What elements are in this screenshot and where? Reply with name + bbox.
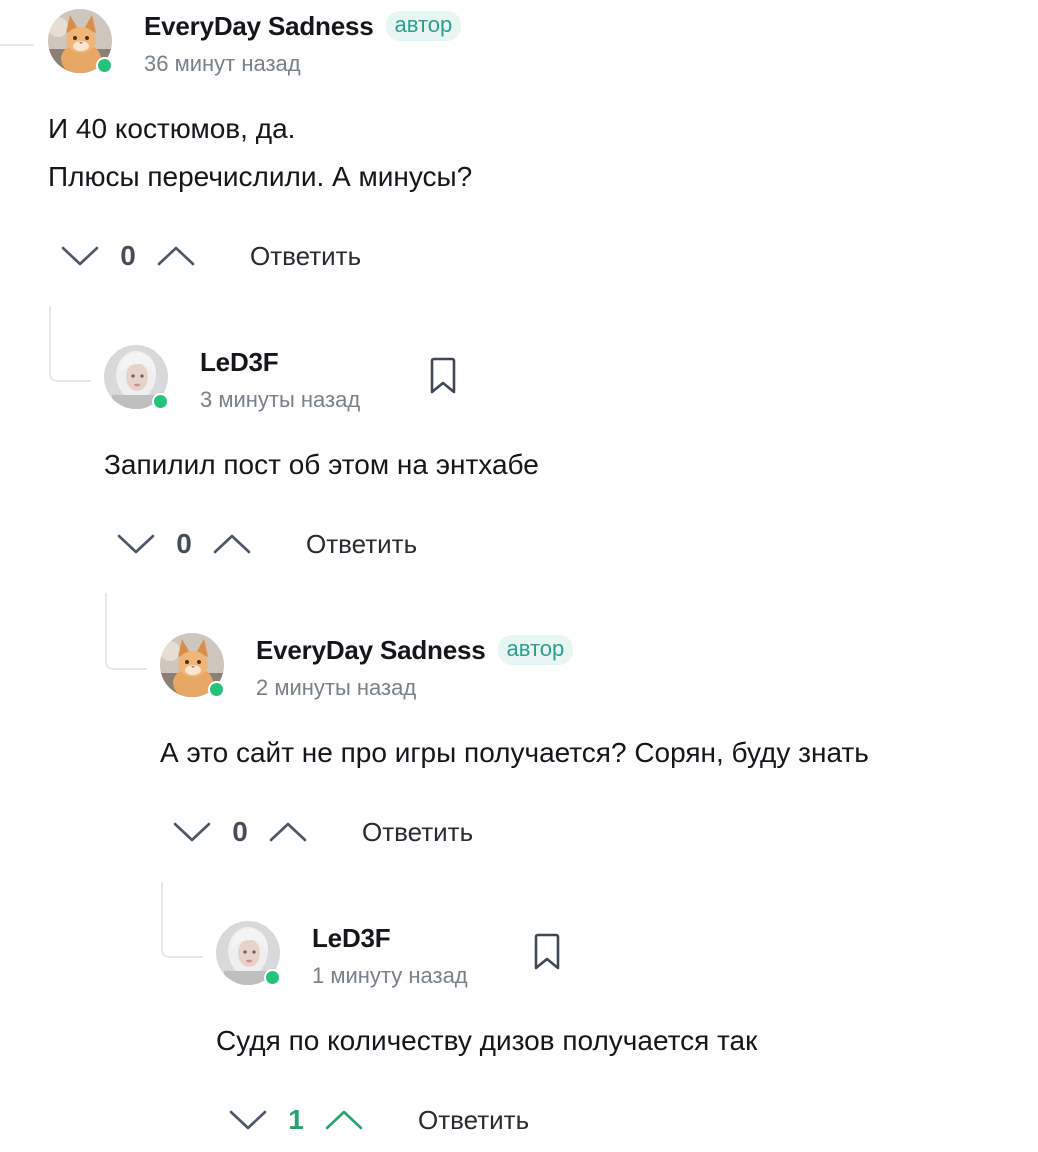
downvote-button[interactable] (60, 236, 100, 276)
comment-text-line: Плюсы перечислили. А минусы? (48, 161, 473, 192)
comment-actions: 0 Ответить (60, 234, 361, 278)
bookmark-icon (534, 933, 560, 970)
comment-actions: 1 Ответить (228, 1098, 529, 1142)
comment-timestamp[interactable]: 2 минуты назад (256, 675, 416, 701)
bookmark-button[interactable] (426, 357, 460, 395)
comment-text-line: И 40 костюмов, да. (48, 113, 296, 144)
comment-text-line: Судя по количеству дизов получается так (216, 1025, 758, 1056)
chevron-up-icon (269, 822, 307, 842)
thread-connector (49, 306, 91, 382)
chevron-down-icon (61, 246, 99, 266)
author-name[interactable]: LeD3F (312, 923, 391, 954)
thread-connector-top (0, 44, 34, 46)
downvote-button[interactable] (228, 1100, 268, 1140)
upvote-button[interactable] (324, 1100, 364, 1140)
chevron-down-icon (229, 1110, 267, 1130)
online-indicator (264, 969, 281, 986)
bookmark-icon (430, 357, 456, 394)
comment-text: А это сайт не про игры получается? Сорян… (160, 729, 869, 777)
thread-connector (105, 593, 147, 670)
author-name[interactable]: LeD3F (200, 347, 279, 378)
online-indicator (152, 393, 169, 410)
reply-button[interactable]: Ответить (362, 817, 473, 848)
downvote-button[interactable] (116, 524, 156, 564)
upvote-button[interactable] (268, 812, 308, 852)
comment-text-line: Запилил пост об этом на энтхабе (104, 449, 539, 480)
chevron-up-icon (157, 246, 195, 266)
vote-count: 0 (232, 816, 248, 847)
author-name[interactable]: EveryDay Sadness (256, 635, 486, 666)
comment-text: Судя по количеству дизов получается так (216, 1017, 757, 1065)
comment-text: Запилил пост об этом на энтхабе (104, 441, 539, 489)
avatar[interactable] (160, 633, 225, 698)
online-indicator (208, 681, 225, 698)
reply-button[interactable]: Ответить (418, 1105, 529, 1136)
reply-button[interactable]: Ответить (306, 529, 417, 560)
author-badge: автор (497, 635, 574, 665)
comment-timestamp[interactable]: 36 минут назад (144, 51, 301, 77)
author-badge: автор (385, 11, 462, 41)
thread-connector (161, 882, 203, 958)
comment-text: И 40 костюмов, да. Плюсы перечислили. А … (48, 105, 472, 201)
chevron-up-icon (325, 1110, 363, 1130)
online-indicator (96, 57, 113, 74)
reply-button[interactable]: Ответить (250, 241, 361, 272)
avatar[interactable] (48, 9, 113, 74)
chevron-down-icon (117, 534, 155, 554)
chevron-up-icon (213, 534, 251, 554)
author-name[interactable]: EveryDay Sadness (144, 11, 374, 42)
chevron-down-icon (173, 822, 211, 842)
comment-text-line: А это сайт не про игры получается? Сорян… (160, 737, 869, 768)
avatar[interactable] (216, 921, 281, 986)
vote-count: 1 (288, 1104, 304, 1135)
comment-actions: 0 Ответить (172, 810, 473, 854)
vote-count: 0 (120, 240, 136, 271)
comment-actions: 0 Ответить (116, 522, 417, 566)
upvote-button[interactable] (156, 236, 196, 276)
upvote-button[interactable] (212, 524, 252, 564)
comment-timestamp[interactable]: 3 минуты назад (200, 387, 360, 413)
vote-count: 0 (176, 528, 192, 559)
comment-timestamp[interactable]: 1 минуту назад (312, 963, 468, 989)
downvote-button[interactable] (172, 812, 212, 852)
avatar[interactable] (104, 345, 169, 410)
bookmark-button[interactable] (530, 933, 564, 971)
